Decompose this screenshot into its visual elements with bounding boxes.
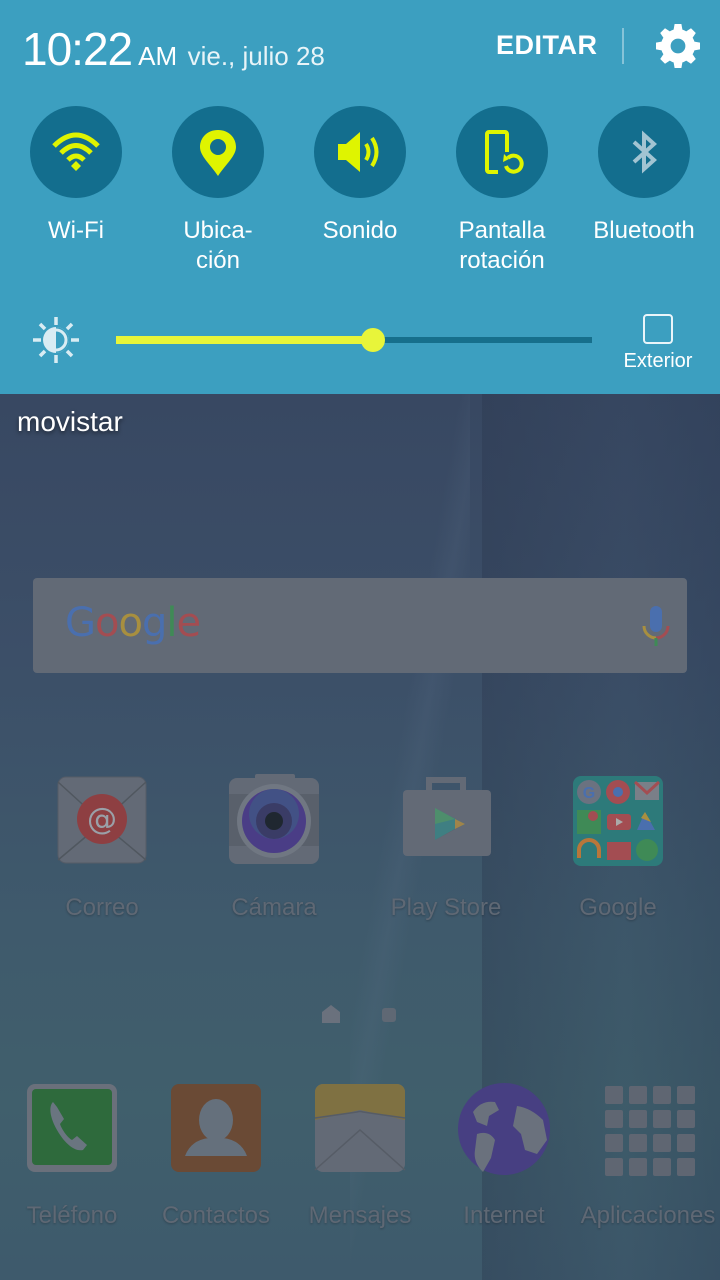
app-label: Aplicaciones xyxy=(580,1202,716,1229)
google-logo-letter: e xyxy=(176,600,201,646)
contacts-icon xyxy=(171,1084,261,1172)
google-logo-letter: o xyxy=(118,600,143,646)
header-divider xyxy=(622,28,624,64)
google-logo-letter: l xyxy=(166,600,177,646)
clock-time: 10:22 xyxy=(22,23,133,75)
apps-grid-square xyxy=(605,1158,623,1176)
apps-grid-square xyxy=(629,1110,647,1128)
brightness-icon xyxy=(33,317,79,363)
app-correo[interactable]: @ Correo xyxy=(17,774,187,922)
carrier-label: movistar xyxy=(17,406,123,437)
clock-date: 10:22 AM vie., julio 28 xyxy=(22,22,325,76)
apps-grid-square xyxy=(629,1086,647,1104)
google-logo-letter: g xyxy=(141,600,167,646)
app-play-store[interactable]: Play Store xyxy=(361,774,531,922)
toggle-label: Pantalla rotación xyxy=(458,217,546,274)
quick-toggles: Wi-Fi Ubica- ción Sonido Pantalla rotaci… xyxy=(0,106,720,276)
apps-grid-square xyxy=(629,1134,647,1152)
toggle-label: Wi-Fi xyxy=(48,217,104,244)
svg-text:G: G xyxy=(583,785,595,802)
outdoor-mode-checkbox[interactable]: Exterior xyxy=(616,314,700,373)
dock-aplicaciones[interactable]: Aplicaciones xyxy=(563,1082,720,1230)
outdoor-label: Exterior xyxy=(623,350,693,372)
clock-ampm: AM xyxy=(138,41,178,71)
app-label: Teléfono xyxy=(26,1202,118,1229)
toggle-location[interactable]: Ubica- ción xyxy=(147,106,289,276)
app-label: Mensajes xyxy=(308,1202,412,1229)
app-label: Correo xyxy=(65,894,139,921)
globe-icon xyxy=(458,1083,550,1175)
svg-text:@: @ xyxy=(87,802,117,837)
app-label: Play Store xyxy=(390,894,502,921)
date-label: vie., julio 28 xyxy=(187,41,325,71)
speaker-icon xyxy=(338,132,379,172)
location-pin-icon xyxy=(200,130,236,176)
toggle-screen-rotation[interactable]: Pantalla rotación xyxy=(431,106,573,276)
app-camara[interactable]: Cámara xyxy=(189,774,359,922)
apps-grid-square xyxy=(677,1158,695,1176)
phone-icon xyxy=(27,1084,117,1172)
bluetooth-icon xyxy=(632,130,657,174)
toggle-bluetooth[interactable]: Bluetooth xyxy=(573,106,715,276)
google-search-bar[interactable]: Google xyxy=(33,578,687,673)
brightness-fill xyxy=(116,336,374,344)
checkbox-icon xyxy=(643,314,673,344)
google-folder-icon: G xyxy=(573,776,663,866)
brightness-slider[interactable] xyxy=(116,320,592,360)
google-logo-letter: o xyxy=(95,600,120,646)
apps-grid-square xyxy=(653,1110,671,1128)
apps-grid-square xyxy=(605,1086,623,1104)
google-logo-letter: G xyxy=(65,600,96,646)
toggle-wifi[interactable]: Wi-Fi xyxy=(5,106,147,276)
apps-grid-square xyxy=(653,1158,671,1176)
home-screen: movistar Google @ Correo Cámara Play Sto… xyxy=(0,394,720,1280)
apps-grid-square xyxy=(677,1086,695,1104)
apps-grid-square xyxy=(653,1086,671,1104)
wifi-icon xyxy=(52,132,100,171)
camera-icon xyxy=(229,774,319,864)
toggle-label: Bluetooth xyxy=(593,217,695,244)
toggle-sound[interactable]: Sonido xyxy=(289,106,431,276)
app-label: Google xyxy=(579,894,657,921)
page-indicator-dot[interactable] xyxy=(382,1008,396,1022)
google-logo: Google xyxy=(65,600,201,646)
app-label: Contactos xyxy=(161,1202,271,1229)
home-page-indicator-icon[interactable] xyxy=(321,1004,341,1024)
apps-grid-square xyxy=(677,1110,695,1128)
apps-grid-square xyxy=(677,1134,695,1152)
app-label: Cámara xyxy=(231,894,317,921)
toggle-label: Sonido xyxy=(322,217,398,244)
play-store-icon xyxy=(403,777,491,856)
quick-settings-panel: 10:22 AM vie., julio 28 EDITAR Wi-Fi Ubi… xyxy=(0,0,720,394)
brightness-thumb[interactable] xyxy=(361,328,386,352)
apps-grid-square xyxy=(629,1158,647,1176)
apps-grid-square xyxy=(653,1134,671,1152)
apps-grid-square xyxy=(605,1134,623,1152)
app-label: Internet xyxy=(463,1202,545,1229)
microphone-icon[interactable] xyxy=(641,604,671,650)
apps-grid-square xyxy=(605,1110,623,1128)
edit-button[interactable]: EDITAR xyxy=(496,30,598,61)
app-google-folder[interactable]: G Google xyxy=(533,774,703,922)
toggle-label: Ubica- ción xyxy=(183,217,253,274)
email-icon: @ xyxy=(57,776,147,864)
screen-rotation-icon xyxy=(485,130,524,174)
gear-icon[interactable] xyxy=(654,22,702,70)
messages-icon xyxy=(314,1084,406,1172)
apps-grid-icon xyxy=(605,1086,695,1176)
